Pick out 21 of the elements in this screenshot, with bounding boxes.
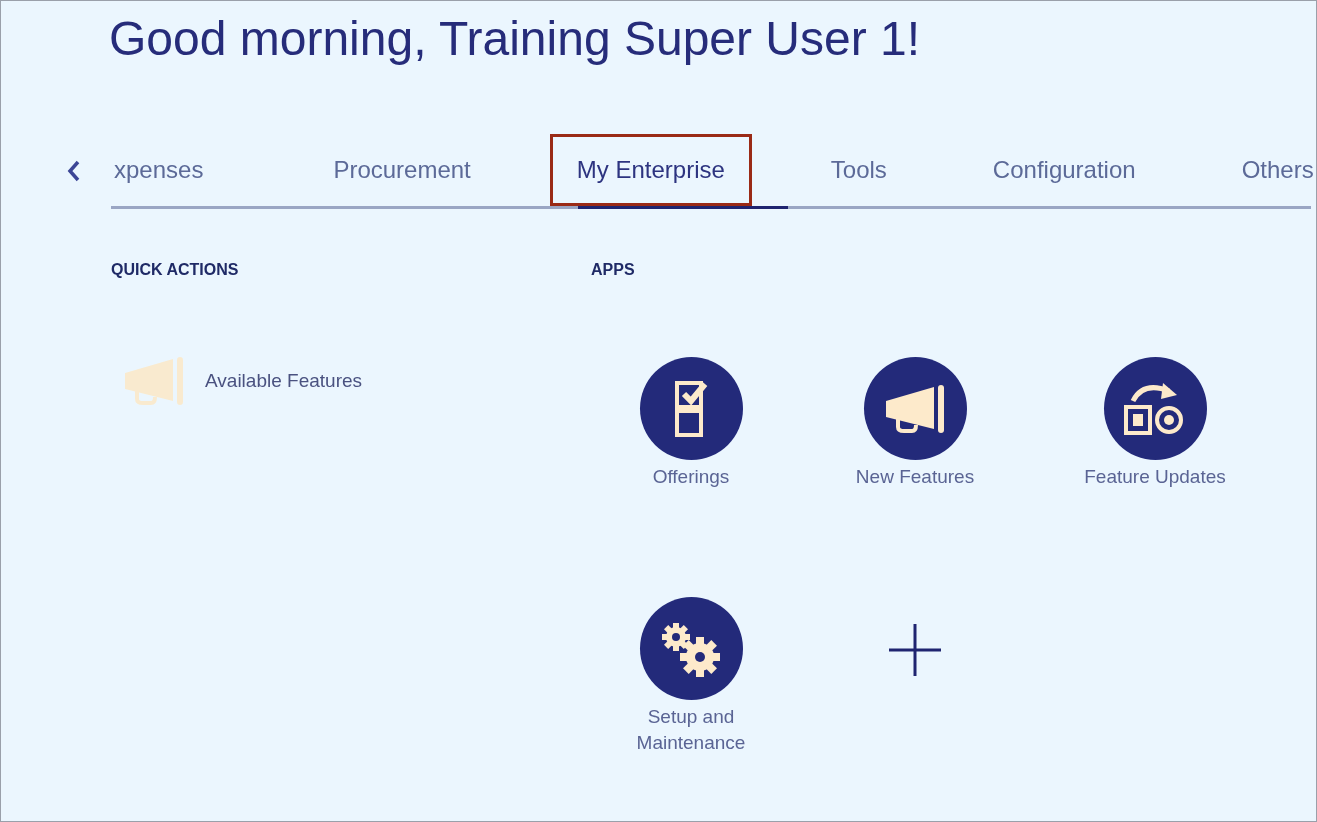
greeting-title: Good morning, Training Super User 1!	[109, 11, 921, 67]
nav-tab[interactable]: Others	[1214, 134, 1316, 206]
app-tile[interactable]: Offerings	[591, 357, 791, 537]
chevron-left-icon	[67, 159, 81, 183]
megaphone-icon	[884, 382, 946, 435]
nav-tab[interactable]: My Enterprise	[549, 134, 752, 206]
nav-tab[interactable]: xpenses	[111, 134, 231, 206]
megaphone-icon	[123, 355, 185, 407]
section-heading: APPS	[591, 260, 636, 280]
nav-tab[interactable]: Procurement	[306, 134, 498, 206]
nav-tab[interactable]: Tools	[803, 134, 914, 206]
add-app-button[interactable]	[888, 623, 942, 677]
plus-icon	[889, 624, 941, 676]
app-tile[interactable]: Setup and Maintenance	[591, 597, 791, 777]
gears-icon	[660, 620, 722, 677]
nav-tab[interactable]: Configuration	[965, 134, 1163, 206]
app-tile[interactable]: New Features	[815, 357, 1015, 537]
checklist-icon	[674, 379, 708, 438]
app-tile[interactable]: Feature Updates	[1055, 357, 1255, 537]
quick-action-link[interactable]: Available Features	[123, 355, 511, 407]
section-heading: QUICK ACTIONS	[111, 260, 240, 280]
